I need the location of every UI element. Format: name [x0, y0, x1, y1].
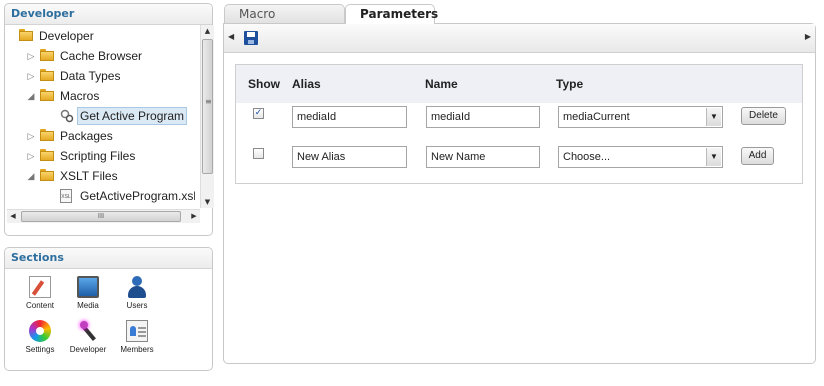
toolbar: ◀ ▶: [224, 24, 815, 53]
toolbar-scroll-right-icon[interactable]: ▶: [805, 32, 811, 41]
type-select-value: Choose...: [563, 151, 611, 163]
tree-item-label: Macros: [60, 89, 100, 103]
macro-gear-icon: [60, 109, 74, 123]
tree-item-label: Get Active Program: [77, 107, 188, 125]
collapse-arrow-icon[interactable]: ◢: [27, 167, 35, 185]
delete-button[interactable]: Delete: [741, 107, 786, 125]
section-content[interactable]: Content: [17, 276, 63, 310]
add-button[interactable]: Add: [741, 147, 774, 165]
scroll-up-arrow-icon[interactable]: ▲: [201, 25, 214, 37]
section-members[interactable]: Members: [114, 320, 160, 354]
settings-icon: [29, 320, 51, 342]
type-select-value: mediaCurrent: [563, 111, 630, 123]
users-icon: [126, 276, 148, 298]
grip-icon: ≡: [205, 97, 212, 106]
section-label: Media: [77, 301, 99, 310]
new-name-input[interactable]: New Name: [426, 146, 540, 168]
tree-item-label: Packages: [60, 129, 113, 143]
developer-tree-panel: Developer Developer ▷ Cache Browser ▷ Da…: [4, 3, 214, 236]
content-icon: [29, 276, 51, 298]
tree-item-label: Developer: [39, 29, 94, 43]
dropdown-arrow-icon[interactable]: ▼: [706, 108, 721, 126]
show-checkbox[interactable]: ✓: [253, 108, 264, 119]
scroll-down-arrow-icon[interactable]: ▼: [201, 196, 214, 208]
section-label: Developer: [69, 345, 107, 354]
show-checkbox[interactable]: [253, 148, 264, 159]
developer-tree: Developer ▷ Cache Browser ▷ Data Types ◢…: [13, 25, 195, 207]
section-users[interactable]: Users: [114, 276, 160, 310]
scroll-left-arrow-icon[interactable]: ◀: [7, 210, 19, 223]
media-icon: [77, 276, 99, 298]
new-alias-input[interactable]: New Alias: [292, 146, 407, 168]
xslt-file-icon: XSL: [60, 189, 72, 203]
new-type-select[interactable]: Choose... ▼: [558, 146, 723, 168]
scroll-right-arrow-icon[interactable]: ▶: [188, 210, 200, 223]
column-header-type: Type: [556, 77, 584, 91]
collapse-arrow-icon[interactable]: ◢: [27, 87, 35, 105]
tree-item-label: GetActiveProgram.xslt: [80, 189, 195, 203]
tree-item-label: XSLT Files: [60, 169, 118, 183]
expand-arrow-icon[interactable]: ▷: [27, 127, 35, 145]
folder-icon: [40, 69, 54, 81]
section-label: Users: [126, 301, 148, 310]
tab-parameters[interactable]: Parameters: [345, 4, 438, 24]
folder-icon: [19, 29, 33, 41]
column-header-alias: Alias: [292, 77, 321, 91]
folder-icon: [40, 169, 54, 181]
column-header-name: Name: [425, 77, 458, 91]
parameters-header-row: Show Alias Name Type: [236, 65, 802, 103]
save-icon[interactable]: [244, 31, 258, 45]
expand-arrow-icon[interactable]: ▷: [27, 47, 35, 65]
section-label: Settings: [25, 345, 55, 354]
sections-panel-title: Sections: [5, 248, 212, 269]
tree-horizontal-scrollbar[interactable]: ◀ III ▶: [7, 209, 200, 223]
tab-macro-properties[interactable]: Macro Properties: [224, 4, 345, 40]
dropdown-arrow-icon[interactable]: ▼: [706, 148, 721, 166]
folder-icon: [40, 129, 54, 141]
folder-icon: [40, 49, 54, 61]
expand-arrow-icon[interactable]: ▷: [27, 67, 35, 85]
section-settings[interactable]: Settings: [17, 320, 63, 354]
parameters-table: Show Alias Name Type ✓ mediaId mediaId m…: [235, 64, 803, 184]
tree-panel-title: Developer: [5, 4, 212, 25]
tree-vertical-scrollbar[interactable]: ▲ ≡ ▼: [200, 25, 214, 208]
name-input[interactable]: mediaId: [426, 106, 540, 128]
column-header-show: Show: [248, 77, 280, 91]
developer-icon: [77, 320, 99, 342]
tree-item-label: Scripting Files: [60, 149, 136, 163]
expand-arrow-icon[interactable]: ▷: [27, 147, 35, 165]
type-select[interactable]: mediaCurrent ▼: [558, 106, 723, 128]
section-media[interactable]: Media: [65, 276, 111, 310]
section-developer[interactable]: Developer: [65, 320, 111, 354]
folder-icon: [40, 89, 54, 101]
toolbar-scroll-left-icon[interactable]: ◀: [228, 32, 234, 41]
vertical-scroll-thumb[interactable]: ≡: [202, 39, 213, 174]
tree-item-label: Cache Browser: [60, 49, 143, 63]
tree-item-label: Data Types: [60, 69, 121, 83]
sections-panel: Sections Content Media Users Settings De…: [4, 247, 213, 371]
section-label: Content: [25, 301, 55, 310]
horizontal-scroll-thumb[interactable]: III: [21, 211, 181, 222]
parameters-tab-panel: ◀ ▶ Show Alias Name Type ✓ mediaId media…: [223, 23, 816, 364]
alias-input[interactable]: mediaId: [292, 106, 407, 128]
section-label: Members: [120, 345, 154, 354]
members-icon: [126, 320, 148, 342]
folder-icon: [40, 149, 54, 161]
